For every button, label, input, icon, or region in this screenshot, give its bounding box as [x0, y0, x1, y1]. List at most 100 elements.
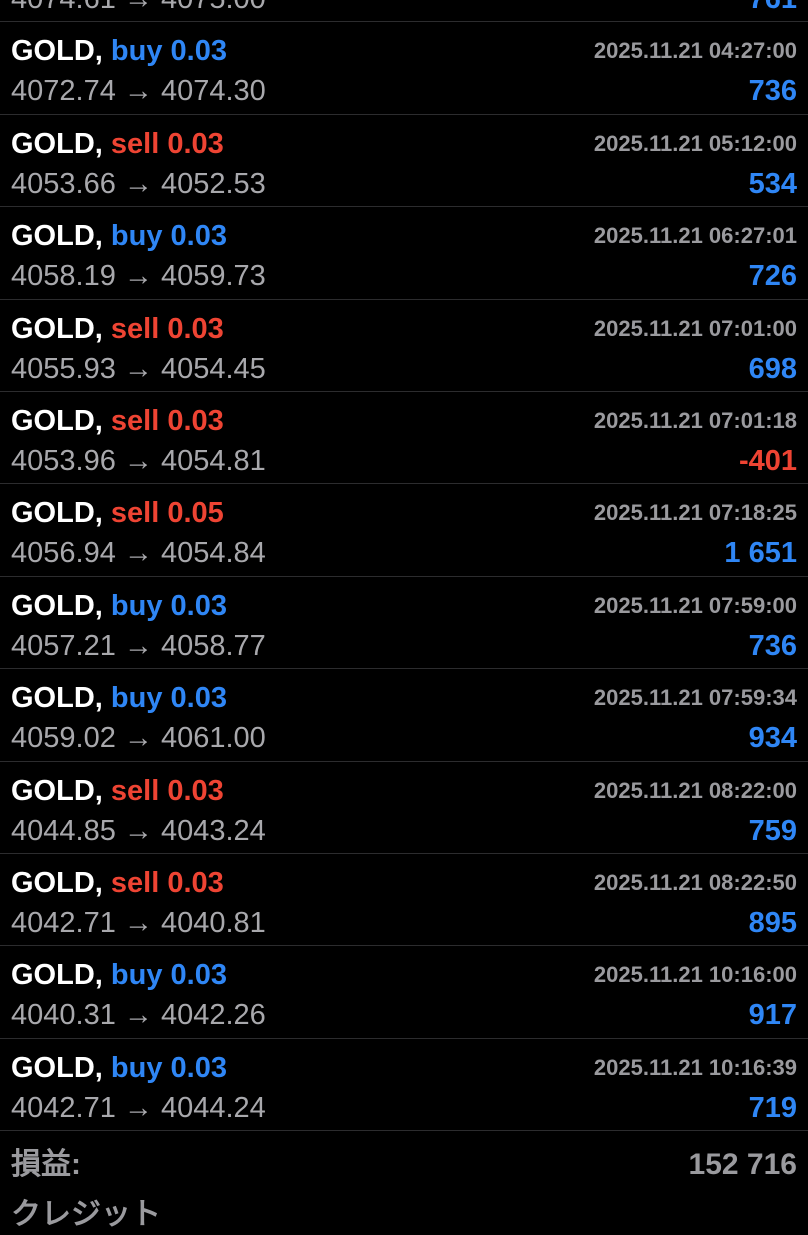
deal-close-price: 4058.77: [160, 629, 266, 662]
deal-header: GOLD, buy 0.03: [11, 1049, 227, 1087]
deal-close-price: 4075.00: [161, 0, 266, 15]
deal-close-price: 4054.84: [160, 537, 266, 570]
arrow-right-icon: →: [123, 75, 153, 108]
deal-prices: 4072.74 → 4074.30: [11, 72, 266, 110]
deal-side: sell: [110, 127, 160, 160]
arrow-right-icon: →: [123, 629, 153, 662]
deal-row[interactable]: GOLD, sell 0.03 2025.11.21 08:22:50 4042.7…: [0, 854, 808, 947]
deal-row[interactable]: GOLD, buy 0.034074.61 → 4075.00761: [0, 0, 808, 23]
deal-header: GOLD, sell 0.03: [11, 310, 224, 348]
arrow-right-icon: →: [123, 537, 153, 570]
deal-prices: 4053.96 → 4054.81: [11, 442, 266, 480]
deal-time: 2025.11.21 08:22:00: [593, 777, 797, 803]
deal-time: 2025.11.21 08:22:50: [593, 869, 797, 895]
deal-symbol: GOLD,: [11, 404, 103, 437]
deal-prices: 4042.71 → 4040.81: [11, 904, 266, 942]
deal-volume: 0.03: [167, 312, 224, 345]
deal-side: sell: [110, 404, 160, 437]
deal-symbol: GOLD,: [11, 220, 103, 253]
deal-side: sell: [110, 497, 160, 530]
deal-open-price: 4074.61: [11, 0, 116, 15]
arrow-right-icon: →: [123, 999, 153, 1032]
deal-row[interactable]: GOLD, buy 0.03 2025.11.21 07:59:00 4057.21…: [0, 577, 808, 670]
deal-time: 2025.11.21 07:18:25: [593, 500, 797, 526]
deal-profit: 934: [748, 722, 797, 755]
deal-header: GOLD, sell 0.03: [11, 402, 224, 440]
arrow-right-icon: →: [123, 1091, 153, 1124]
deal-close-price: 4061.00: [160, 722, 266, 755]
deal-time: 2025.11.21 07:59:34: [593, 685, 797, 711]
deal-row[interactable]: GOLD, sell 0.05 2025.11.21 07:18:25 4056.9…: [0, 484, 808, 577]
deal-row[interactable]: GOLD, buy 0.03 2025.11.21 10:16:39 4042.71…: [0, 1039, 808, 1132]
deal-header: GOLD, sell 0.03: [11, 864, 224, 902]
deal-close-price: 4042.26: [160, 999, 266, 1032]
deal-prices: 4074.61 → 4075.00: [11, 0, 266, 18]
deal-prices: 4059.02 → 4061.00: [11, 719, 266, 757]
deal-row[interactable]: GOLD, buy 0.03 2025.11.21 07:59:34 4059.02…: [0, 669, 808, 762]
deal-profit: 895: [748, 906, 797, 939]
deal-profit: 736: [748, 629, 797, 662]
deal-header: GOLD, buy 0.03: [11, 679, 227, 717]
deal-time: 2025.11.21 10:16:00: [593, 962, 797, 988]
deal-volume: 0.03: [170, 220, 227, 253]
deal-volume: 0.03: [170, 1051, 227, 1084]
deal-close-price: 4054.81: [160, 444, 266, 477]
credit-label: クレジット: [11, 1198, 161, 1232]
deal-symbol: GOLD,: [11, 127, 103, 160]
deal-volume: 0.03: [167, 404, 224, 437]
deal-time: 2025.11.21 05:12:00: [593, 130, 797, 156]
deal-time: 2025.11.21 07:59:00: [593, 592, 797, 618]
deal-profit: 761: [749, 0, 797, 18]
arrow-right-icon: →: [124, 0, 153, 15]
deal-profit: 719: [748, 1091, 797, 1124]
deal-volume: 0.03: [167, 127, 224, 160]
deal-symbol: GOLD,: [11, 35, 103, 68]
deal-row[interactable]: GOLD, sell 0.03 2025.11.21 07:01:18 4053.9…: [0, 392, 808, 485]
deal-profit: 726: [748, 260, 797, 293]
deal-open-price: 4058.19: [11, 260, 116, 293]
deal-side: sell: [110, 312, 160, 345]
deal-volume: 0.03: [170, 682, 227, 715]
deal-side: buy: [110, 959, 163, 992]
deal-open-price: 4040.31: [11, 999, 116, 1032]
arrow-right-icon: →: [123, 260, 153, 293]
deal-close-price: 4059.73: [160, 260, 266, 293]
deal-row[interactable]: GOLD, buy 0.03 2025.11.21 04:27:00 4072.74…: [0, 22, 808, 115]
deal-header: GOLD, buy 0.03: [11, 217, 227, 255]
deal-close-price: 4054.45: [160, 352, 266, 385]
deal-symbol: GOLD,: [11, 497, 103, 530]
deal-header: GOLD, buy 0.03: [11, 587, 227, 625]
deal-row[interactable]: GOLD, sell 0.03 2025.11.21 07:01:00 4055.9…: [0, 300, 808, 392]
deal-header: GOLD, buy 0.03: [11, 956, 227, 994]
deal-profit: 917: [748, 999, 797, 1032]
arrow-right-icon: →: [123, 722, 153, 755]
arrow-right-icon: →: [123, 906, 153, 939]
deal-close-price: 4040.81: [160, 906, 266, 939]
deal-open-price: 4053.96: [11, 444, 116, 477]
deal-open-price: 4059.02: [11, 722, 116, 755]
deal-row[interactable]: GOLD, sell 0.03 2025.11.21 05:12:00 4053.6…: [0, 115, 808, 208]
deal-symbol: GOLD,: [11, 589, 103, 622]
deal-time: 2025.11.21 07:01:18: [593, 407, 797, 433]
deal-prices: 4053.66 → 4052.53: [11, 165, 266, 203]
deal-open-price: 4057.21: [11, 629, 116, 662]
deal-symbol: GOLD,: [11, 774, 103, 807]
deal-time: 2025.11.21 07:01:00: [593, 315, 797, 341]
deal-row[interactable]: GOLD, buy 0.03 2025.11.21 10:16:00 4040.31…: [0, 946, 808, 1039]
deal-row[interactable]: GOLD, buy 0.03 2025.11.21 06:27:01 4058.19…: [0, 207, 808, 300]
arrow-right-icon: →: [123, 814, 153, 847]
deal-prices: 4056.94 → 4054.84: [11, 534, 266, 572]
deal-side: buy: [110, 1051, 163, 1084]
arrow-right-icon: →: [123, 167, 153, 200]
deal-row[interactable]: GOLD, sell 0.03 2025.11.21 08:22:00 4044.8…: [0, 762, 808, 854]
deal-open-price: 4053.66: [11, 167, 116, 200]
deal-profit: 1 651: [724, 537, 797, 570]
deal-profit: 698: [748, 352, 797, 385]
deal-prices: 4055.93 → 4054.45: [11, 350, 266, 388]
deal-symbol: GOLD,: [11, 682, 103, 715]
deal-open-price: 4042.71: [11, 906, 116, 939]
deal-symbol: GOLD,: [11, 1051, 103, 1084]
total-profit-label: 損益:: [11, 1148, 81, 1182]
deal-volume: 0.05: [167, 497, 224, 530]
deal-prices: 4040.31 → 4042.26: [11, 996, 266, 1034]
